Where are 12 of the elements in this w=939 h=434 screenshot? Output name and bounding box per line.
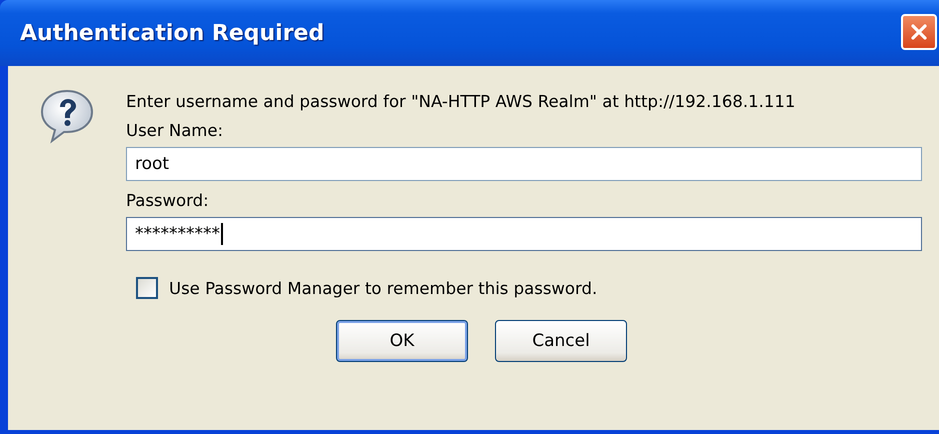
close-button[interactable] <box>901 14 937 50</box>
field-label: Password: <box>126 191 210 210</box>
window-title: Authentication Required <box>20 20 324 46</box>
field-label: User Name: <box>126 121 224 140</box>
input-field[interactable]: ********** <box>126 217 922 251</box>
prompt-text: Enter username and password for "NA-HTTP AWS Realm" at http://192.168.1.111 <box>126 92 796 111</box>
checkbox-label: Use Password Manager to remember this password. <box>169 278 598 298</box>
question-icon <box>38 88 96 144</box>
input-field[interactable]: root <box>126 147 922 181</box>
dialog-button[interactable]: OK <box>336 320 468 362</box>
dialog-button[interactable]: Cancel <box>495 320 627 362</box>
checkbox[interactable] <box>136 277 158 299</box>
